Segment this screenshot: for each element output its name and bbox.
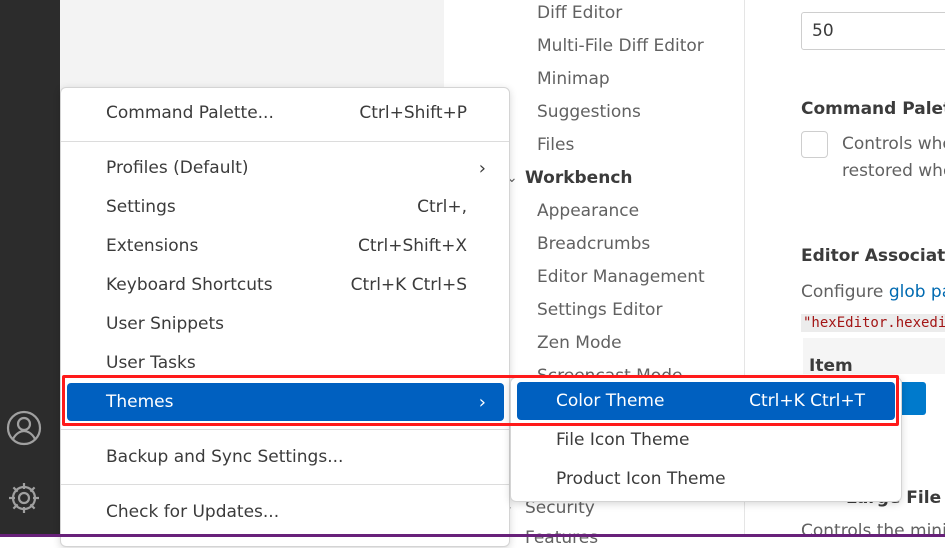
menu-item-extensions[interactable]: Extensions Ctrl+Shift+X bbox=[67, 227, 504, 265]
toc-item[interactable]: Files bbox=[537, 135, 574, 155]
menu-label: User Snippets bbox=[106, 314, 225, 334]
shortcut: Ctrl+, bbox=[417, 197, 467, 217]
menu-label: Command Palette... bbox=[106, 103, 274, 123]
setting-description: Controls whether the last typed input to… bbox=[842, 134, 945, 154]
menu-item-command-palette[interactable]: Command Palette... Ctrl+Shift+P bbox=[67, 94, 504, 132]
shortcut: Ctrl+K Ctrl+S bbox=[350, 275, 467, 295]
manage-menu: Command Palette... Ctrl+Shift+P Profiles … bbox=[60, 87, 510, 547]
setting-title: Editor Associations bbox=[801, 246, 945, 266]
setting-description: Configure bbox=[801, 282, 889, 302]
toc-item[interactable]: Diff Editor bbox=[537, 3, 622, 23]
menu-label: Keyboard Shortcuts bbox=[106, 275, 273, 295]
menu-label: Profiles (Default) bbox=[106, 158, 249, 178]
code-snippet: "hexEditor.hexedit" bbox=[801, 314, 945, 332]
toc-item-workbench[interactable]: Workbench bbox=[525, 168, 633, 188]
shortcut: Ctrl+Shift+P bbox=[359, 103, 467, 123]
setting-description: restored when opening it the next time. bbox=[842, 161, 945, 181]
menu-item-user-snippets[interactable]: User Snippets bbox=[67, 305, 504, 343]
setting-title: Command Palette bbox=[801, 99, 945, 119]
number-input[interactable]: 50 bbox=[801, 12, 945, 50]
separator bbox=[61, 484, 509, 485]
menu-item-settings[interactable]: Settings Ctrl+, bbox=[67, 188, 504, 226]
setting-checkbox[interactable] bbox=[801, 131, 828, 158]
activity-bar bbox=[0, 0, 60, 537]
menu-label: Extensions bbox=[106, 236, 199, 256]
menu-label: Check for Updates... bbox=[106, 502, 280, 522]
menu-label: User Tasks bbox=[106, 353, 196, 373]
shortcut: Ctrl+Shift+X bbox=[357, 236, 467, 256]
toc-item-features[interactable]: Features bbox=[525, 528, 598, 548]
glob-link[interactable]: glob patterns bbox=[889, 282, 945, 302]
toc-item[interactable]: Zen Mode bbox=[537, 333, 622, 353]
table-header-item: Item bbox=[809, 356, 853, 376]
toc-item[interactable]: Settings Editor bbox=[537, 300, 662, 320]
toc-item[interactable]: Suggestions bbox=[537, 102, 641, 122]
menu-item-keyboard-shortcuts[interactable]: Keyboard Shortcuts Ctrl+K Ctrl+S bbox=[67, 266, 504, 304]
menu-item-backup-sync[interactable]: Backup and Sync Settings... bbox=[67, 438, 504, 476]
menu-item-profiles[interactable]: Profiles (Default) › bbox=[67, 149, 504, 187]
menu-item-product-icon-theme[interactable]: Product Icon Theme bbox=[517, 460, 895, 498]
separator bbox=[61, 429, 509, 430]
toc-item[interactable]: Breadcrumbs bbox=[537, 234, 650, 254]
toc-item[interactable]: Editor Management bbox=[537, 267, 705, 287]
toc-item[interactable]: Multi-File Diff Editor bbox=[537, 36, 704, 56]
chevron-right-icon: › bbox=[478, 157, 486, 179]
menu-label: Product Icon Theme bbox=[556, 469, 726, 489]
separator bbox=[61, 141, 509, 142]
menu-label: Backup and Sync Settings... bbox=[106, 447, 344, 467]
toc-item[interactable]: Minimap bbox=[537, 69, 610, 89]
menu-item-file-icon-theme[interactable]: File Icon Theme bbox=[517, 421, 895, 459]
gear-icon[interactable] bbox=[6, 480, 42, 516]
toc-item[interactable]: Appearance bbox=[537, 201, 639, 221]
menu-label: Settings bbox=[106, 197, 176, 217]
highlight-box bbox=[62, 375, 899, 426]
menu-item-check-updates[interactable]: Check for Updates... bbox=[67, 493, 504, 531]
account-icon[interactable] bbox=[6, 410, 42, 446]
menu-label: File Icon Theme bbox=[556, 430, 690, 450]
